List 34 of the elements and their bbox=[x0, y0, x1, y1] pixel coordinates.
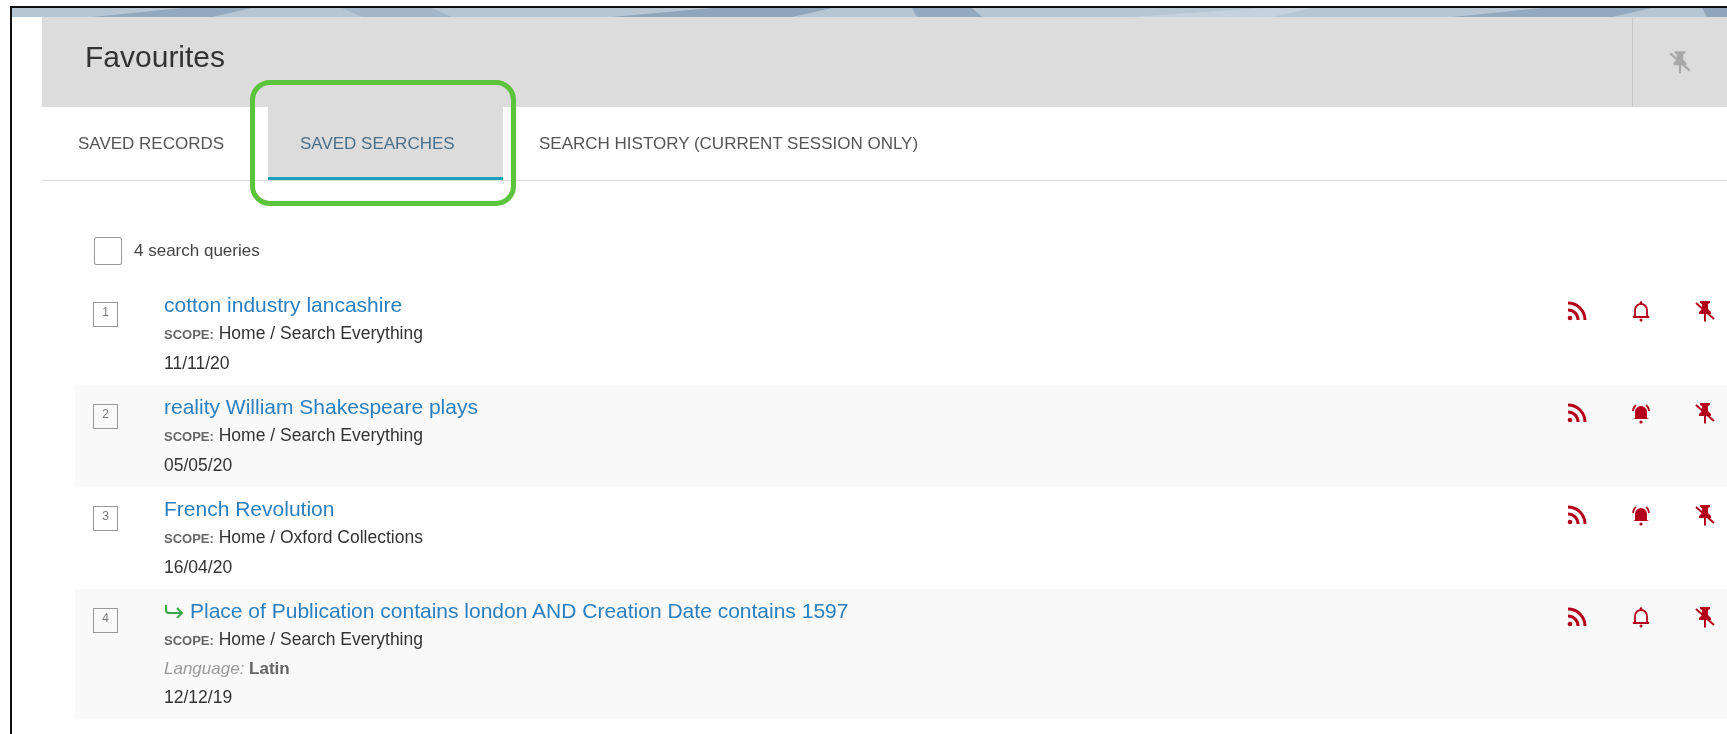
saved-date: 12/12/19 bbox=[164, 686, 234, 709]
row-number[interactable]: 4 bbox=[93, 608, 118, 633]
search-scope: SCOPE: Home / Search Everything bbox=[164, 322, 424, 345]
saved-date: 16/04/20 bbox=[164, 556, 234, 579]
saved-date: 11/11/20 bbox=[164, 352, 231, 375]
tab[interactable]: SAVED SEARCHES bbox=[268, 107, 503, 180]
search-filter: Language: Latin bbox=[164, 658, 291, 680]
search-query-link[interactable]: cotton industry lancashire bbox=[164, 291, 1565, 319]
rss-icon[interactable] bbox=[1565, 299, 1589, 323]
arrow-icon bbox=[164, 604, 184, 618]
dialog-title: Favourites bbox=[84, 39, 227, 75]
row-number[interactable]: 2 bbox=[93, 404, 118, 429]
search-scope: SCOPE: Home / Oxford Collections bbox=[164, 526, 424, 549]
unpin-icon[interactable] bbox=[1693, 299, 1717, 323]
rss-icon[interactable] bbox=[1565, 605, 1589, 629]
search-query-link[interactable]: French Revolution bbox=[164, 495, 1565, 523]
row-number[interactable]: 3 bbox=[93, 506, 118, 531]
result-count: 4 search queries bbox=[134, 241, 260, 261]
unpin-icon[interactable] bbox=[1693, 503, 1717, 527]
search-scope: SCOPE: Home / Search Everything bbox=[164, 628, 424, 651]
bell-ringing-icon[interactable] bbox=[1629, 503, 1653, 527]
rss-icon[interactable] bbox=[1565, 401, 1589, 425]
search-scope: SCOPE: Home / Search Everything bbox=[164, 424, 424, 447]
rss-icon[interactable] bbox=[1565, 503, 1589, 527]
select-all-checkbox[interactable] bbox=[94, 237, 122, 265]
search-query-link[interactable]: reality William Shakespeare plays bbox=[164, 393, 1565, 421]
unpin-icon[interactable] bbox=[1693, 605, 1717, 629]
unpin-icon[interactable] bbox=[1693, 401, 1717, 425]
row-number[interactable]: 1 bbox=[93, 302, 118, 327]
tab[interactable]: SEARCH HISTORY (CURRENT SESSION ONLY) bbox=[503, 107, 955, 180]
saved-date: 05/05/20 bbox=[164, 454, 234, 477]
search-query-link[interactable]: Place of Publication contains london AND Creation Date contains 1597 bbox=[164, 597, 1565, 625]
tab[interactable]: SAVED RECORDS bbox=[42, 107, 268, 180]
bell-ringing-icon[interactable] bbox=[1629, 401, 1653, 425]
